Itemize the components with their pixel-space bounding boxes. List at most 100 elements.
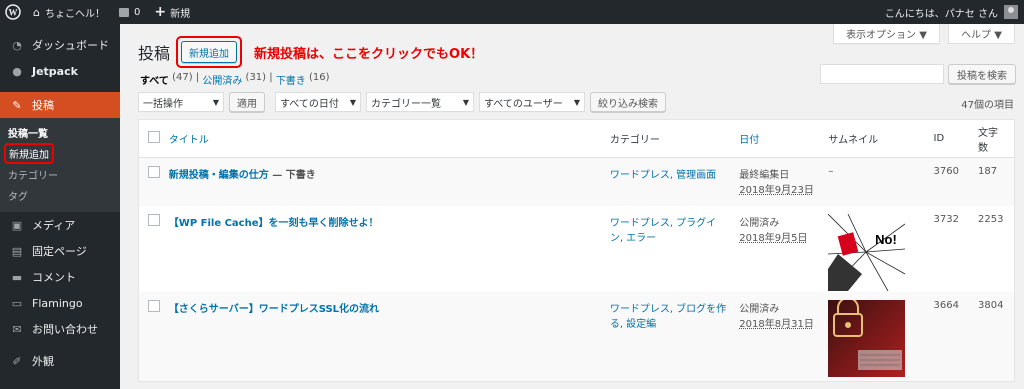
new-content-link[interactable]: + 新規 bbox=[147, 0, 197, 24]
select-value: 一括操作 bbox=[143, 98, 183, 110]
add-new-button[interactable]: 新規追加 bbox=[181, 41, 238, 63]
help-button[interactable]: ヘルプ ▼ bbox=[948, 24, 1015, 44]
bulk-action-select[interactable]: 一括操作 ▼ bbox=[138, 92, 224, 112]
site-name: ちょこヘル！ bbox=[44, 8, 105, 20]
chevron-down-icon: ▼ bbox=[573, 97, 580, 107]
menu-label: コメント bbox=[32, 271, 76, 284]
post-chars: 187 bbox=[978, 166, 998, 177]
search-input[interactable] bbox=[820, 64, 944, 84]
post-id: 3732 bbox=[933, 213, 959, 225]
comments-link[interactable]: 0 bbox=[112, 0, 147, 24]
filter-published[interactable]: 公開済み bbox=[202, 72, 242, 87]
main-content: 表示オプション ▼ ヘルプ ▼ 投稿 新規追加 新規投稿は、ここをクリックでもO… bbox=[120, 24, 1024, 389]
table-row: 【WP File Cache】を一刻も早く削除せよ！ ワードプレス, プラグイン… bbox=[139, 206, 1015, 292]
menu-posts[interactable]: ✎ 投稿 bbox=[0, 92, 120, 118]
select-value: すべてのユーザー bbox=[484, 98, 563, 110]
post-date: 2018年9月5日 bbox=[739, 232, 808, 244]
filter-button[interactable]: 絞り込み検索 bbox=[590, 92, 666, 112]
post-title-link[interactable]: 【さくらサーバー】ワードプレスSSL化の流れ bbox=[169, 304, 379, 315]
mail-icon: ✉ bbox=[12, 322, 22, 336]
row-checkbox[interactable] bbox=[148, 299, 160, 312]
menu-label: ダッシュボード bbox=[32, 39, 109, 52]
submenu-all-posts[interactable]: 投稿一覧 bbox=[0, 122, 120, 143]
site-name-link[interactable]: ⌂ ちょこヘル！ bbox=[26, 0, 112, 24]
chevron-down-icon: ▼ bbox=[349, 97, 356, 107]
item-count: 47個の項目 bbox=[961, 100, 1014, 111]
post-thumbnail-image[interactable]: No! bbox=[828, 213, 906, 291]
dashboard-icon: ◔ bbox=[12, 38, 22, 52]
post-date: 2018年8月31日 bbox=[739, 318, 814, 330]
admin-sidebar: ◔ ダッシュボード ● Jetpack ✎ 投稿 投稿一覧 新規追加 カテゴリー タグ… bbox=[0, 24, 120, 389]
menu-label: Flamingo bbox=[32, 296, 83, 310]
annotation-text: 新規投稿は、ここをクリックでもOK！ bbox=[254, 46, 484, 62]
category-filter-select[interactable]: カテゴリー一覧 ▼ bbox=[366, 92, 474, 112]
wordpress-logo-icon[interactable]: W bbox=[0, 0, 26, 24]
menu-label: Jetpack bbox=[32, 64, 78, 78]
new-label: 新規 bbox=[170, 8, 191, 20]
select-all-cell bbox=[138, 119, 165, 158]
avatar bbox=[1004, 5, 1018, 19]
menu-jetpack[interactable]: ● Jetpack bbox=[0, 58, 120, 84]
menu-label: メディア bbox=[32, 219, 76, 232]
post-chars: 2253 bbox=[978, 213, 1004, 225]
post-thumbnail-image[interactable] bbox=[828, 299, 906, 377]
screen-options-button[interactable]: 表示オプション ▼ bbox=[833, 24, 940, 44]
user-filter-select[interactable]: すべてのユーザー ▼ bbox=[479, 92, 585, 112]
submenu-tags[interactable]: タグ bbox=[0, 185, 120, 206]
header-date[interactable]: 日付 bbox=[739, 135, 759, 146]
comments-count: 0 bbox=[133, 6, 141, 18]
post-categories[interactable]: ワードプレス, 管理画面 bbox=[610, 170, 716, 181]
menu-flamingo[interactable]: ▭ Flamingo bbox=[0, 290, 120, 316]
row-checkbox[interactable] bbox=[148, 213, 160, 226]
comment-icon: ▬ bbox=[11, 270, 23, 284]
menu-media[interactable]: ▣ メディア bbox=[0, 212, 120, 238]
screen-options-label: 表示オプション ▼ bbox=[846, 30, 927, 41]
post-title-link[interactable]: 【WP File Cache】を一刻も早く削除せよ！ bbox=[169, 218, 379, 229]
filter-all[interactable]: すべて bbox=[140, 72, 169, 87]
submenu-label: 新規追加 bbox=[4, 143, 54, 164]
post-status: 公開済み bbox=[739, 217, 780, 229]
thumbnail-text: No! bbox=[875, 232, 897, 247]
my-account[interactable]: こんにちは、パナセ さん bbox=[885, 0, 1018, 24]
date-filter-select[interactable]: すべての日付 ▼ bbox=[275, 92, 361, 112]
plus-icon: + bbox=[154, 4, 167, 20]
post-status: 公開済み bbox=[739, 303, 780, 315]
menu-label: お問い合わせ bbox=[32, 323, 98, 336]
filter-published-count: (31) bbox=[245, 72, 267, 83]
header-chars: 文字数 bbox=[978, 127, 998, 154]
table-row: 新規投稿・編集の仕方 — 下書き ワードプレス, 管理画面 最終編集日 2018年… bbox=[138, 157, 1015, 206]
menu-contact[interactable]: ✉ お問い合わせ bbox=[0, 316, 120, 342]
menu-label: 固定ページ bbox=[32, 245, 87, 258]
header-id: ID bbox=[933, 133, 945, 144]
apply-button[interactable]: 適用 bbox=[229, 92, 265, 112]
menu-comments[interactable]: ▬ コメント bbox=[0, 264, 120, 290]
posts-submenu: 投稿一覧 新規追加 カテゴリー タグ bbox=[0, 118, 120, 212]
menu-pages[interactable]: ▤ 固定ページ bbox=[0, 238, 120, 264]
row-checkbox[interactable] bbox=[148, 166, 160, 178]
brush-icon: ✐ bbox=[12, 354, 22, 368]
menu-dashboard[interactable]: ◔ ダッシュボード bbox=[0, 32, 120, 58]
search-posts-button[interactable]: 投稿を検索 bbox=[948, 64, 1016, 84]
status-filters: すべて (47) | 公開済み (31) | 下書き (16) bbox=[140, 72, 330, 87]
post-id: 3760 bbox=[933, 166, 959, 177]
table-header-row: タイトル カテゴリー 日付 サムネイル ID 文字数 bbox=[138, 119, 1015, 158]
filter-draft[interactable]: 下書き bbox=[276, 72, 306, 87]
chevron-down-icon: ▼ bbox=[212, 97, 219, 107]
pin-icon: ✎ bbox=[12, 98, 22, 112]
select-value: すべての日付 bbox=[280, 98, 339, 110]
add-new-highlight: 新規追加 bbox=[176, 36, 243, 68]
menu-appearance[interactable]: ✐ 外観 bbox=[0, 348, 120, 374]
submenu-add-new[interactable]: 新規追加 bbox=[0, 143, 120, 164]
submenu-categories[interactable]: カテゴリー bbox=[0, 164, 120, 185]
header-thumbnail: サムネイル bbox=[828, 135, 879, 146]
filter-all-count: (47) bbox=[172, 72, 193, 83]
post-categories[interactable]: ワードプレス, プラグイン, エラー bbox=[610, 214, 720, 244]
header-title[interactable]: タイトル bbox=[169, 135, 209, 146]
post-status: 最終編集日 bbox=[739, 170, 790, 181]
post-title-link[interactable]: 新規投稿・編集の仕方 bbox=[169, 170, 269, 181]
select-all-checkbox[interactable] bbox=[148, 131, 160, 143]
posts-table: タイトル カテゴリー 日付 サムネイル ID 文字数 新規投稿・編集の仕方 — … bbox=[138, 119, 1015, 382]
table-toolbar: 一括操作 ▼ 適用 すべての日付 ▼ カテゴリー一覧 ▼ すべてのユーザー ▼ 絞り込み… bbox=[138, 92, 666, 112]
home-icon: ⌂ bbox=[33, 5, 40, 19]
post-categories[interactable]: ワードプレス, ブログを作る, 設定編 bbox=[610, 300, 728, 330]
